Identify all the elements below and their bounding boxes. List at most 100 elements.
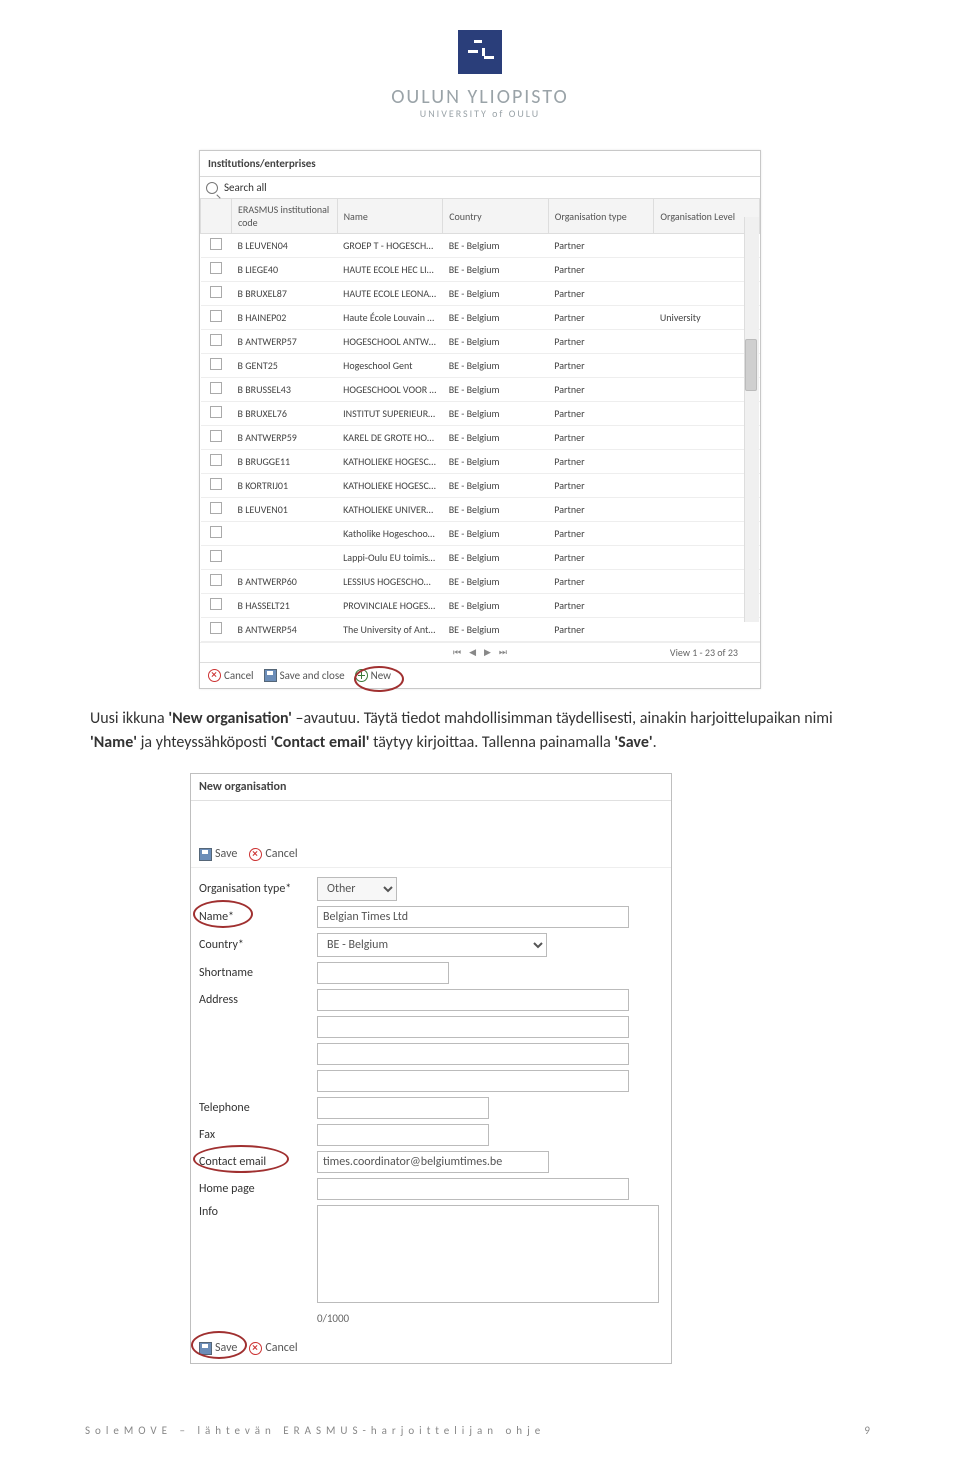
- table-row[interactable]: B HASSELT21PROVINCIALE HOGESCHOOLBE - Be…: [201, 594, 760, 618]
- cell-type: Partner: [548, 618, 654, 642]
- search-icon[interactable]: [206, 182, 218, 194]
- cell-country: BE - Belgium: [443, 306, 549, 330]
- label-info: Info: [199, 1205, 309, 1219]
- table-row[interactable]: B ANTWERP60LESSIUS HOGESCHOOL ANTWBE - B…: [201, 570, 760, 594]
- cell-code: B BRUGGE11: [232, 450, 338, 474]
- table-row[interactable]: B ANTWERP54The University of Antwerp - F…: [201, 618, 760, 642]
- table-row[interactable]: B KORTRIJ01KATHOLIEKE HOGESCHOOL ZBE - B…: [201, 474, 760, 498]
- new-organisation-window: New organisation Save Cancel Organisatio…: [190, 773, 672, 1364]
- contact-email-field[interactable]: [317, 1151, 549, 1173]
- row-checkbox[interactable]: [210, 310, 222, 322]
- row-checkbox[interactable]: [210, 430, 222, 442]
- new-button[interactable]: New: [355, 669, 391, 682]
- address-field-2[interactable]: [317, 1016, 629, 1038]
- table-scrollbar[interactable]: [744, 217, 759, 622]
- pager-prev-icon[interactable]: ◀: [469, 647, 476, 658]
- cancel-button[interactable]: Cancel: [208, 669, 254, 682]
- cell-country: BE - Belgium: [443, 618, 549, 642]
- table-row[interactable]: B BRUXEL76INSTITUT SUPERIEUR D'ARCHBE - …: [201, 402, 760, 426]
- row-checkbox[interactable]: [210, 622, 222, 634]
- cell-type: Partner: [548, 258, 654, 282]
- col-code[interactable]: ERASMUS institutional code: [232, 199, 338, 234]
- cell-country: BE - Belgium: [443, 402, 549, 426]
- table-row[interactable]: B BRUXEL87HAUTE ECOLE LEONARD DE VBE - B…: [201, 282, 760, 306]
- cell-name: GROEP T - HOGESCHOOL LEU: [337, 234, 443, 258]
- row-checkbox[interactable]: [210, 238, 222, 250]
- country-select[interactable]: BE - Belgium: [317, 933, 547, 957]
- label-homepage: Home page: [199, 1182, 309, 1196]
- row-checkbox[interactable]: [210, 574, 222, 586]
- table-row[interactable]: B LIEGE40HAUTE ECOLE HEC LIEGEBE - Belgi…: [201, 258, 760, 282]
- cell-country: BE - Belgium: [443, 522, 549, 546]
- row-checkbox[interactable]: [210, 262, 222, 274]
- cell-country: BE - Belgium: [443, 594, 549, 618]
- row-checkbox[interactable]: [210, 526, 222, 538]
- table-row[interactable]: B LEUVEN04GROEP T - HOGESCHOOL LEUBE - B…: [201, 234, 760, 258]
- row-checkbox[interactable]: [210, 382, 222, 394]
- row-checkbox[interactable]: [210, 550, 222, 562]
- cell-country: BE - Belgium: [443, 570, 549, 594]
- cell-name: PROVINCIALE HOGESCHOOL: [337, 594, 443, 618]
- cell-code: B ANTWERP57: [232, 330, 338, 354]
- telephone-field[interactable]: [317, 1097, 489, 1119]
- cancel-button[interactable]: Cancel: [249, 847, 297, 861]
- table-row[interactable]: B ANTWERP59KAREL DE GROTE HOGESCHOBE - B…: [201, 426, 760, 450]
- window-title: Institutions/enterprises: [200, 151, 760, 177]
- cell-country: BE - Belgium: [443, 234, 549, 258]
- close-icon: [249, 1342, 262, 1355]
- row-checkbox[interactable]: [210, 334, 222, 346]
- row-checkbox[interactable]: [210, 478, 222, 490]
- cell-type: Partner: [548, 570, 654, 594]
- fax-field[interactable]: [317, 1124, 489, 1146]
- shortname-field[interactable]: [317, 962, 449, 984]
- row-checkbox[interactable]: [210, 502, 222, 514]
- table-row[interactable]: B LEUVEN01KATHOLIEKE UNIVERSITEIT LEBE -…: [201, 498, 760, 522]
- table-row[interactable]: B BRUSSEL43HOGESCHOOL VOOR WETENBE - Bel…: [201, 378, 760, 402]
- col-name[interactable]: Name: [337, 199, 443, 234]
- cell-type: Partner: [548, 234, 654, 258]
- cell-name: HOGESCHOOL ANTWERPEN: [337, 330, 443, 354]
- col-country[interactable]: Country: [443, 199, 549, 234]
- row-checkbox[interactable]: [210, 358, 222, 370]
- table-row[interactable]: B HAINEP02Haute École Louvain en HainBE …: [201, 306, 760, 330]
- table-row[interactable]: Lappi-Oulu EU toimisto BryssBE - Belgium…: [201, 546, 760, 570]
- cell-type: Partner: [548, 474, 654, 498]
- name-field[interactable]: [317, 906, 629, 928]
- save-button[interactable]: Save: [199, 847, 237, 861]
- table-row[interactable]: B ANTWERP57HOGESCHOOL ANTWERPENBE - Belg…: [201, 330, 760, 354]
- address-field-1[interactable]: [317, 989, 629, 1011]
- cell-type: Partner: [548, 426, 654, 450]
- label-orgtype: Organisation type*: [199, 882, 309, 896]
- page-number: 9: [864, 1424, 875, 1437]
- address-field-4[interactable]: [317, 1070, 629, 1092]
- cell-type: Partner: [548, 378, 654, 402]
- cell-country: BE - Belgium: [443, 354, 549, 378]
- logo-title: OULUN YLIOPISTO: [90, 85, 870, 109]
- cell-type: Partner: [548, 354, 654, 378]
- row-checkbox[interactable]: [210, 286, 222, 298]
- address-field-3[interactable]: [317, 1043, 629, 1065]
- row-checkbox[interactable]: [210, 598, 222, 610]
- cell-type: Partner: [548, 498, 654, 522]
- search-all-link[interactable]: Search all: [224, 181, 267, 194]
- cell-code: B LEUVEN04: [232, 234, 338, 258]
- cell-type: Partner: [548, 522, 654, 546]
- row-checkbox[interactable]: [210, 406, 222, 418]
- label-name: Name*: [199, 910, 309, 924]
- col-orgtype[interactable]: Organisation type: [548, 199, 654, 234]
- cancel-button-bottom[interactable]: Cancel: [249, 1341, 297, 1355]
- pager-last-icon[interactable]: ⏭: [499, 647, 507, 658]
- cell-code: B LIEGE40: [232, 258, 338, 282]
- save-and-close-button[interactable]: Save and close: [264, 669, 345, 682]
- save-button-bottom[interactable]: Save: [199, 1341, 237, 1355]
- homepage-field[interactable]: [317, 1178, 629, 1200]
- table-row[interactable]: Katholike Hogeschool BruggeBE - BelgiumP…: [201, 522, 760, 546]
- table-row[interactable]: B GENT25Hogeschool GentBE - BelgiumPartn…: [201, 354, 760, 378]
- form-title: New organisation: [191, 774, 671, 801]
- pager-first-icon[interactable]: ⏮: [453, 647, 461, 658]
- pager-next-icon[interactable]: ▶: [484, 647, 491, 658]
- info-textarea[interactable]: [317, 1205, 659, 1303]
- row-checkbox[interactable]: [210, 454, 222, 466]
- table-row[interactable]: B BRUGGE11KATHOLIEKE HOGESCHOOL BBE - Be…: [201, 450, 760, 474]
- orgtype-select[interactable]: Other: [317, 877, 397, 901]
